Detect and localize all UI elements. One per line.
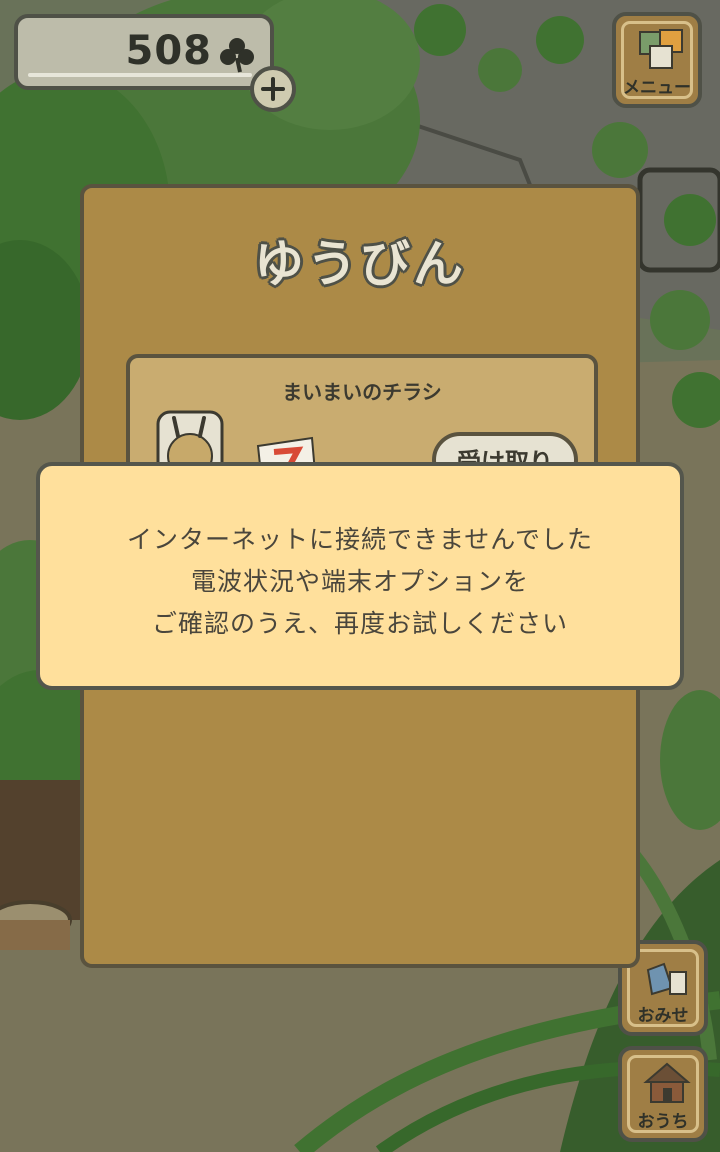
home-button-label: おうち [637, 1112, 689, 1132]
error-message-line-1: インターネットに接続できませんでした [126, 525, 593, 554]
mail-item-title: まいまいのチラシ [282, 380, 442, 404]
add-clover-button[interactable] [250, 66, 296, 112]
home-button[interactable]: おうち [618, 1046, 708, 1142]
house-icon [643, 1062, 691, 1103]
counter-underline [28, 73, 252, 77]
shop-button-label: おみせ [637, 1006, 689, 1026]
menu-icon [639, 29, 683, 69]
connection-error-dialog[interactable]: インターネットに接続できませんでした 電波状況や端末オプションを ご確認のうえ、… [36, 462, 684, 690]
clover-icon [220, 38, 254, 73]
error-message-line-2: 電波状況や端末オプションを [190, 567, 529, 596]
plus-icon [261, 77, 285, 101]
clover-counter: 508 [14, 14, 274, 90]
game-screen: 508 メニュー おみせ おうち ゆうびん まいまいのチラシ インターネットに接… [0, 0, 720, 1152]
menu-button-label: メニュー [623, 78, 691, 98]
error-message-line-3: ご確認のうえ、再度お試しください [151, 609, 568, 638]
mail-panel-title: ゆうびん [254, 235, 466, 293]
menu-button[interactable]: メニュー [612, 12, 702, 108]
clover-count: 508 [125, 28, 212, 74]
shop-bag-icon [646, 962, 687, 996]
